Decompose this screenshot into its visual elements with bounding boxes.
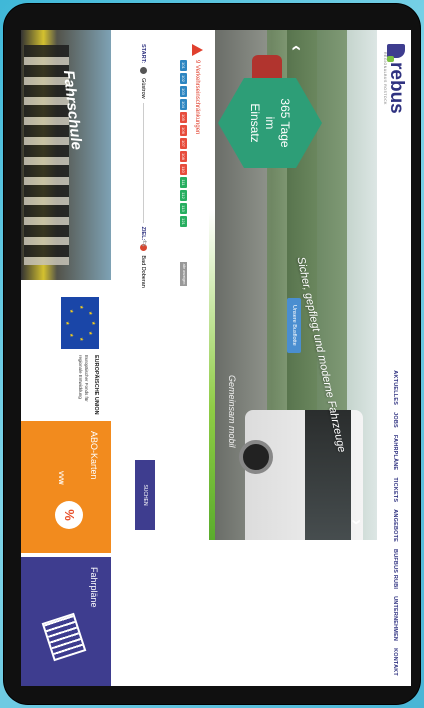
line-chip[interactable]: 101 [180, 60, 187, 71]
nav-fahrplaene[interactable]: FAHRPLÄNE [392, 435, 398, 470]
fleet-button[interactable]: Unsere Busflotte [287, 298, 301, 353]
line-chip[interactable]: 106 [180, 125, 187, 136]
hero-slogan: Gemeinsam mobil [227, 375, 237, 448]
line-chip[interactable]: 102 [180, 73, 187, 84]
start-label: START: [140, 44, 147, 64]
percent-badge-icon: % [55, 501, 83, 529]
destination-input[interactable]: Bad Doberan [141, 255, 147, 287]
nav-angebote[interactable]: ANGEBOTE [392, 509, 398, 542]
line-chip[interactable]: 121 [180, 216, 187, 227]
line-chips: 101 102 103 104 105 106 107 108 110 111 112 113 121 [180, 60, 187, 227]
screen: rebus REGIONALBUS ROSTOCK AKTUELLES JOBS… [21, 30, 411, 686]
line-chip[interactable]: 112 [180, 190, 187, 201]
hero-slider: Sicher, gepflegt und moderne Fahrzeuge U… [215, 30, 377, 540]
route-panel: 9 Verkehrseinschränkungen 101 102 103 104 10… [111, 30, 215, 540]
nav-jobs[interactable]: JOBS [392, 412, 398, 428]
slider-next-icon[interactable]: › [347, 512, 367, 532]
main-nav: AKTUELLES JOBS FAHRPLÄNE TICKETS ANGEBOT… [392, 370, 398, 676]
eu-title: EUROPÄISCHE UNION [93, 355, 99, 415]
line-chip[interactable]: 108 [180, 151, 187, 162]
warning-icon [192, 44, 203, 56]
abo-cards-tile[interactable]: ABO-Karten % VVW [21, 421, 111, 553]
search-button[interactable]: SUCHEN [135, 460, 155, 530]
route-row: START: Güstrow ZIEL: Bad Doberan [140, 44, 147, 288]
start-stop-icon [140, 67, 147, 75]
swap-icon[interactable]: ⇆ [140, 240, 149, 247]
nav-aktuelles[interactable]: AKTUELLES [392, 370, 398, 405]
ziel-label: ZIEL: [140, 226, 147, 241]
line-chip[interactable]: 103 [180, 86, 187, 97]
start-input[interactable]: Güstrow [141, 78, 147, 98]
tablet-frame: rebus REGIONALBUS ROSTOCK AKTUELLES JOBS… [4, 4, 420, 704]
bus-wheel-front [239, 440, 273, 474]
line-chip[interactable]: 110 [180, 164, 187, 175]
abo-title: ABO-Karten [89, 431, 99, 480]
nav-bufbus-rubi[interactable]: BUFBUS RUBI [392, 549, 398, 589]
rebus-logo[interactable]: rebus [386, 44, 407, 114]
website-page: rebus REGIONALBUS ROSTOCK AKTUELLES JOBS… [21, 30, 411, 686]
logo-text: rebus [386, 62, 407, 114]
vvw-label: VVW [57, 471, 63, 485]
nav-kontakt[interactable]: KONTAKT [392, 648, 398, 676]
alert-text: 9 Verkehrseinschränkungen [194, 60, 201, 135]
eu-flag-icon: ★ ★ ★ ★ ★ ★ ★ ★ [61, 297, 99, 349]
timetables-tile[interactable]: Fahrpläne [21, 557, 111, 686]
line-chip[interactable]: 107 [180, 138, 187, 149]
start-input-line [143, 102, 144, 223]
hero-bus-windows [305, 410, 351, 540]
alert-heading[interactable]: 9 Verkehrseinschränkungen [192, 44, 203, 134]
timetables-title: Fahrpläne [89, 567, 99, 608]
site-header: rebus REGIONALBUS ROSTOCK AKTUELLES JOBS… [377, 30, 411, 686]
line-chip[interactable]: 104 [180, 99, 187, 110]
logo-icon [387, 44, 405, 58]
line-chip[interactable]: 113 [180, 203, 187, 214]
show-all-button[interactable]: alle anzeigen [180, 262, 187, 286]
eu-tile[interactable]: ★ ★ ★ ★ ★ ★ ★ ★ EUROPÄISCHE UNION Europä… [21, 285, 111, 417]
hero-badge-text: 365 Tage im Einsatz [248, 98, 293, 148]
eu-subtitle: Europäischer Fonds für regionale Entwick… [78, 355, 89, 402]
logo-subtitle: REGIONALBUS ROSTOCK [383, 52, 387, 106]
green-accent-bar [209, 210, 215, 540]
nav-unternehmen[interactable]: UNTERNEHMEN [392, 596, 398, 641]
slider-prev-icon[interactable]: ‹ [287, 38, 307, 58]
line-chip[interactable]: 105 [180, 112, 187, 123]
timetable-icon [41, 612, 87, 662]
nav-tickets[interactable]: TICKETS [392, 477, 398, 502]
driving-school-tile[interactable]: Fahrschule [21, 30, 111, 280]
line-chip[interactable]: 111 [180, 177, 187, 188]
